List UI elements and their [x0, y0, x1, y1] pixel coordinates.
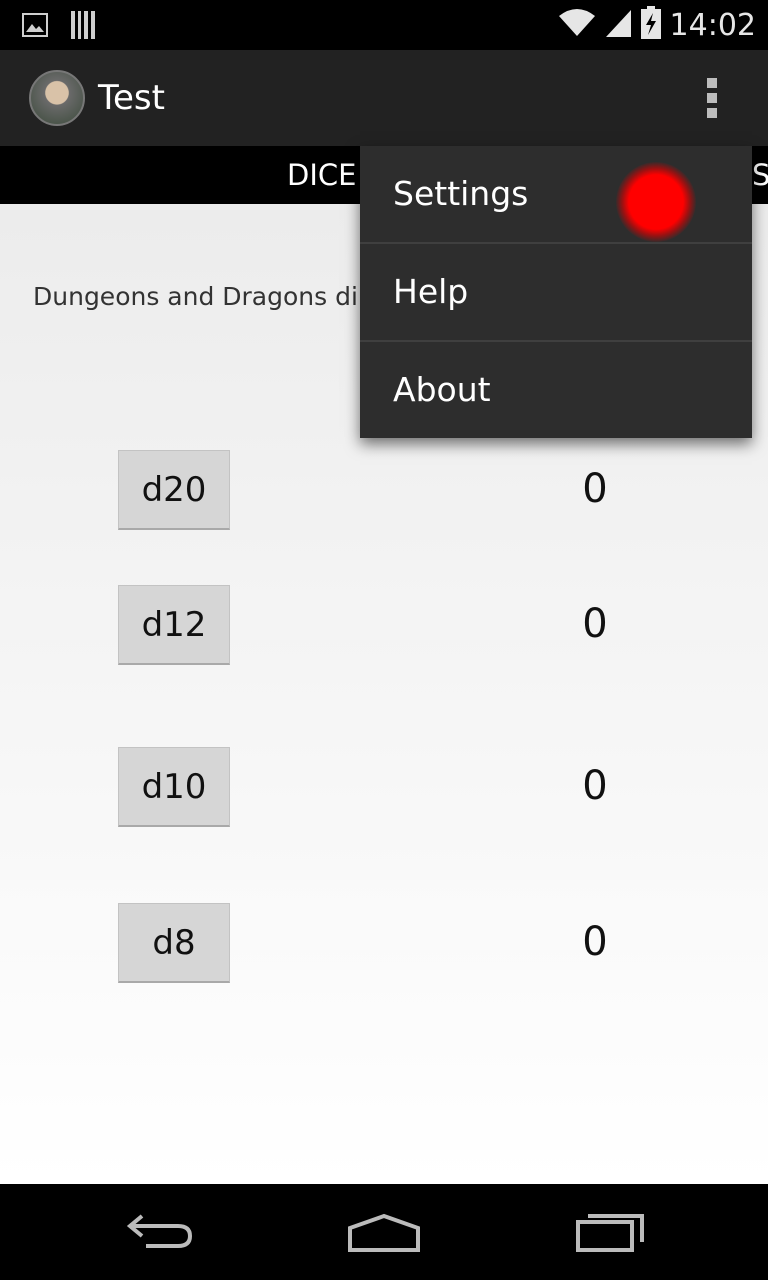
app-title: Test: [98, 78, 165, 118]
menu-item-help[interactable]: Help: [360, 244, 752, 341]
d20-result: 0: [582, 466, 608, 512]
menu-item-about[interactable]: About: [360, 342, 752, 439]
d10-result: 0: [582, 763, 608, 809]
image-icon: [22, 13, 48, 41]
recents-icon[interactable]: [574, 1204, 648, 1264]
d8-button[interactable]: d8: [118, 903, 230, 983]
menu-item-label: Settings: [393, 174, 529, 213]
signal-icon: [604, 8, 632, 42]
app-icon-avatar[interactable]: [29, 70, 85, 126]
wifi-icon: [558, 8, 596, 42]
home-icon[interactable]: [346, 1204, 422, 1264]
menu-item-label: About: [393, 370, 491, 409]
d20-button[interactable]: d20: [118, 450, 230, 530]
d8-result: 0: [582, 919, 608, 965]
d12-button[interactable]: d12: [118, 585, 230, 665]
back-icon[interactable]: [124, 1204, 196, 1264]
d12-result: 0: [582, 601, 608, 647]
d10-button[interactable]: d10: [118, 747, 230, 827]
status-bar: 14:02: [0, 0, 768, 50]
nav-bar: [0, 1184, 768, 1280]
more-vert-icon[interactable]: [700, 76, 724, 120]
tab-second[interactable]: S: [752, 158, 768, 192]
tab-dice[interactable]: DICE: [287, 158, 356, 192]
touch-indicator: [616, 162, 696, 242]
description-text: Dungeons and Dragons di: [33, 282, 358, 311]
battery-charging-icon: [640, 6, 662, 44]
barcode-icon: [70, 10, 96, 44]
menu-item-label: Help: [393, 272, 469, 311]
clock: 14:02: [669, 7, 756, 43]
action-bar: Test: [0, 50, 768, 146]
